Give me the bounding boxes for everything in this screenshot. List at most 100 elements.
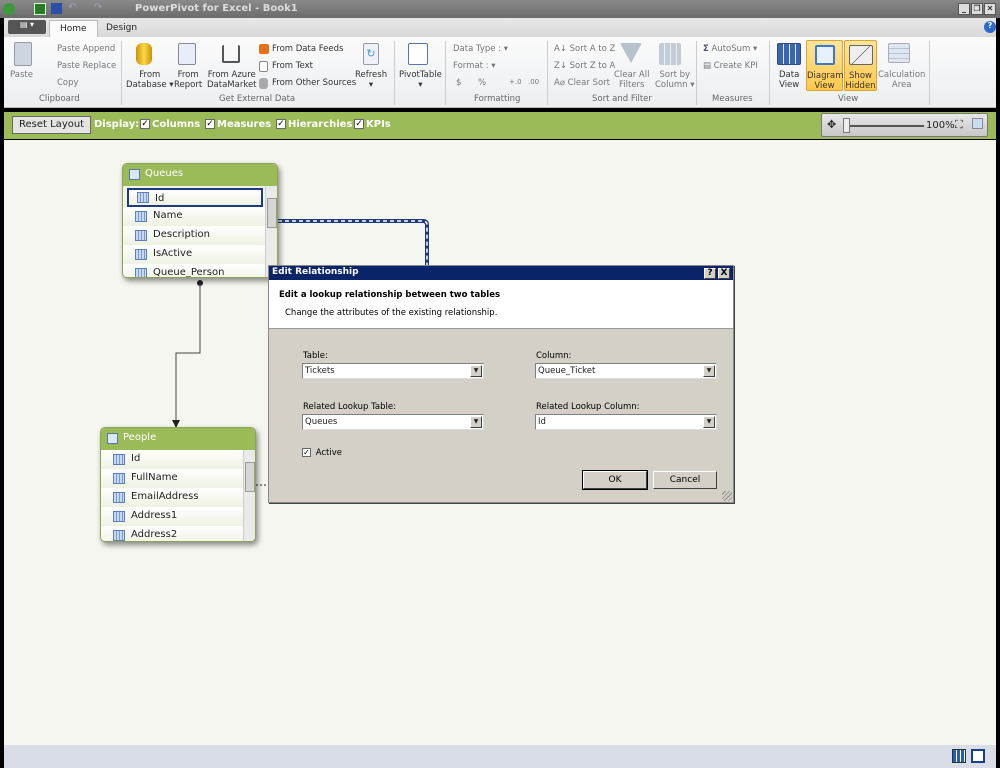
tab-design[interactable]: Design bbox=[96, 20, 147, 37]
formatting-group-label: Formatting bbox=[474, 94, 521, 104]
close-button[interactable]: ✕ bbox=[984, 3, 996, 15]
column-icon bbox=[135, 249, 147, 260]
paste-replace-button[interactable]: Paste Replace bbox=[44, 61, 116, 71]
column-row[interactable]: Queue_Person bbox=[123, 264, 277, 277]
excel-icon[interactable] bbox=[34, 3, 46, 15]
fit-to-screen-icon[interactable]: ⛶ bbox=[955, 118, 963, 132]
help-button[interactable]: ? bbox=[704, 268, 716, 279]
kpis-checkbox[interactable]: ✓ KPIs bbox=[354, 119, 391, 130]
clear-all-filters-button[interactable]: Clear All Filters bbox=[614, 70, 649, 90]
resize-grip-icon[interactable] bbox=[722, 491, 732, 501]
increase-decimal-icon[interactable]: +.0 bbox=[509, 78, 522, 86]
column-row[interactable]: Name bbox=[123, 207, 277, 226]
table-icon bbox=[129, 169, 140, 180]
reset-layout-button[interactable]: Reset Layout bbox=[12, 116, 92, 134]
from-other-sources-button[interactable]: From Other Sources bbox=[272, 78, 356, 88]
column-icon bbox=[135, 268, 147, 277]
diagram-view-icon[interactable] bbox=[971, 749, 985, 763]
sort-z-a-button[interactable]: Z↓ Sort Z to A bbox=[554, 61, 615, 71]
related-lookup-table-select[interactable]: Queues ▼ bbox=[302, 414, 484, 430]
app-icon[interactable] bbox=[3, 3, 15, 15]
chevron-down-icon: ▼ bbox=[470, 365, 482, 377]
save-icon[interactable] bbox=[51, 3, 62, 14]
data-view-button[interactable]: Data View bbox=[779, 70, 799, 90]
dialog-title-bar: Edit Relationship ? X bbox=[269, 266, 733, 280]
from-text-button[interactable]: From Text bbox=[272, 61, 313, 71]
tab-home[interactable]: Home bbox=[49, 20, 98, 37]
undo-icon[interactable]: ↶ bbox=[68, 2, 76, 13]
data-type-dropdown[interactable]: Data Type : ▾ bbox=[453, 44, 508, 54]
decrease-decimal-icon[interactable]: .00 bbox=[528, 78, 539, 86]
grid-view-icon[interactable] bbox=[952, 749, 966, 763]
dialog-subheading: Change the attributes of the existing re… bbox=[285, 308, 498, 318]
from-azure-button[interactable]: From Azure DataMarket bbox=[207, 70, 257, 90]
scrollbar[interactable] bbox=[265, 186, 277, 277]
column-row[interactable]: Description bbox=[123, 226, 277, 245]
zoom-slider-thumb[interactable] bbox=[843, 118, 850, 133]
relationship-line-queues-people[interactable] bbox=[172, 280, 203, 428]
table-people[interactable]: People Id FullName EmailAddress Address1… bbox=[100, 427, 256, 542]
table-icon bbox=[107, 433, 118, 444]
cancel-button[interactable]: Cancel bbox=[653, 471, 717, 489]
scrollbar[interactable] bbox=[243, 450, 255, 541]
calculation-area-icon bbox=[888, 43, 910, 63]
column-row[interactable]: IsActive bbox=[123, 245, 277, 264]
create-kpi-button[interactable]: ▤ Create KPI bbox=[703, 61, 758, 71]
minimize-button[interactable]: _ bbox=[958, 3, 970, 15]
ok-button[interactable]: OK bbox=[582, 470, 648, 490]
autosum-button[interactable]: Σ AutoSum ▾ bbox=[703, 44, 757, 54]
pan-icon[interactable]: ✥ bbox=[827, 118, 836, 131]
status-bar bbox=[4, 745, 996, 768]
title-bar: ↶ ↷ PowerPivot for Excel - Book1 _ ❐ ✕ bbox=[0, 0, 1000, 18]
paste-button[interactable]: Paste bbox=[10, 70, 33, 80]
help-icon[interactable]: ? bbox=[984, 21, 996, 33]
from-data-feeds-button[interactable]: From Data Feeds bbox=[272, 44, 343, 54]
copy-button[interactable]: Copy bbox=[44, 78, 79, 88]
paste-append-button[interactable]: Paste Append bbox=[44, 44, 115, 54]
column-row[interactable]: Address2 bbox=[101, 526, 255, 541]
column-row[interactable]: EmailAddress bbox=[101, 488, 255, 507]
column-row[interactable]: Id bbox=[127, 188, 263, 207]
zoom-slider[interactable] bbox=[844, 125, 924, 127]
refresh-button[interactable]: Refresh ▾ bbox=[355, 70, 387, 90]
show-hidden-button[interactable]: Show Hidden bbox=[844, 40, 877, 91]
table-select[interactable]: Tickets ▼ bbox=[302, 363, 484, 379]
text-file-icon bbox=[259, 61, 268, 72]
restore-button[interactable]: ❐ bbox=[971, 3, 983, 15]
sort-a-z-button[interactable]: A↓ Sort A to Z bbox=[554, 44, 615, 54]
from-database-button[interactable]: From Database ▾ bbox=[126, 70, 174, 90]
sort-filter-group-label: Sort and Filter bbox=[592, 94, 652, 104]
format-dropdown[interactable]: Format : ▾ bbox=[453, 61, 496, 71]
percent-button[interactable]: % bbox=[478, 78, 486, 88]
from-report-button[interactable]: From Report bbox=[174, 70, 202, 90]
column-icon bbox=[135, 211, 147, 222]
ribbon-tabs: ▤ ▾ Home Design ? bbox=[4, 18, 996, 37]
active-checkbox[interactable]: ✓ Active bbox=[302, 448, 342, 458]
related-lookup-column-select[interactable]: Id ▼ bbox=[535, 414, 717, 430]
dialog-close-button[interactable]: X bbox=[718, 268, 730, 279]
minimap-icon[interactable] bbox=[972, 118, 983, 129]
column-row[interactable]: Address1 bbox=[101, 507, 255, 526]
dialog-title: Edit Relationship bbox=[272, 267, 359, 277]
pivottable-button[interactable]: PivotTable ▾ bbox=[399, 70, 442, 90]
table-queues[interactable]: Queues Id Name Description IsActive Queu… bbox=[122, 163, 278, 278]
column-select[interactable]: Queue_Ticket ▼ bbox=[535, 363, 717, 379]
calculation-area-button[interactable]: Calculation Area bbox=[878, 70, 925, 90]
view-group-label: View bbox=[838, 94, 859, 104]
filter-icon bbox=[620, 43, 642, 63]
redo-icon[interactable]: ↷ bbox=[94, 2, 102, 13]
diagram-view-button[interactable]: Diagram View bbox=[806, 40, 844, 91]
data-feed-icon bbox=[259, 44, 269, 54]
hierarchies-checkbox[interactable]: ✓ Hierarchies bbox=[276, 119, 352, 130]
column-row[interactable]: Id bbox=[101, 450, 255, 469]
currency-button[interactable]: $ bbox=[456, 78, 461, 88]
measures-checkbox[interactable]: ✓ Measures bbox=[205, 119, 271, 130]
columns-checkbox[interactable]: ✓ Columns bbox=[140, 119, 200, 130]
clear-sort-button[interactable]: A⌀ Clear Sort bbox=[554, 78, 610, 88]
file-menu-button[interactable]: ▤ ▾ bbox=[8, 20, 46, 34]
sort-by-column-button[interactable]: Sort by Column ▾ bbox=[655, 70, 695, 90]
ribbon: Paste Paste Append Paste Replace Copy Cl… bbox=[4, 37, 996, 108]
data-view-icon bbox=[777, 43, 801, 65]
column-icon bbox=[113, 492, 125, 503]
column-row[interactable]: FullName bbox=[101, 469, 255, 488]
